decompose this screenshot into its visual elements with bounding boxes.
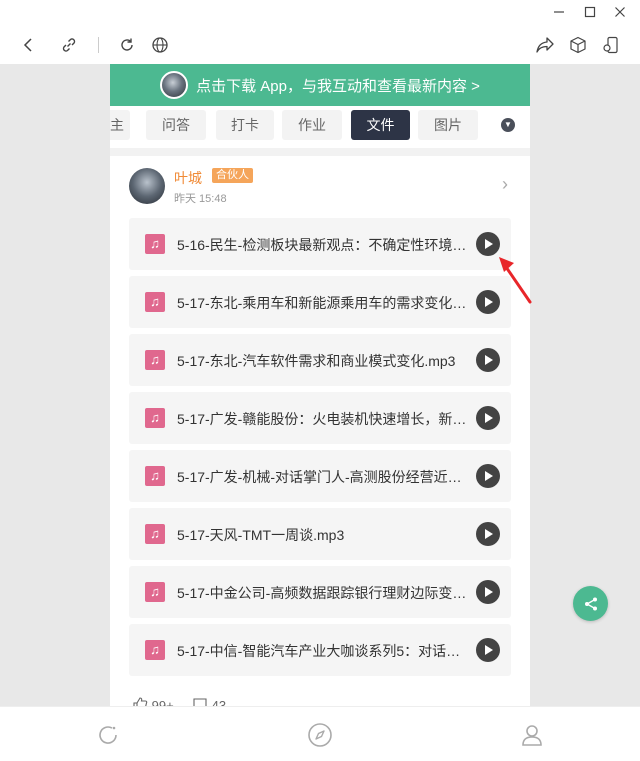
chevron-down-circle-icon[interactable]: ▼ (501, 118, 515, 132)
circle-refresh-icon[interactable] (94, 721, 122, 749)
share-icon (584, 597, 597, 610)
file-name: 5-17-中信-智能汽车产业大咖谈系列5：对话蔚来.mp3 (177, 643, 467, 659)
compass-icon[interactable] (306, 721, 334, 749)
arrow-left-icon[interactable] (18, 34, 40, 56)
file-name: 5-17-广发-机械-对话掌门人-高测股份经营近况.mp3 (177, 469, 467, 485)
file-name: 5-17-广发-赣能股份：火电装机快速增长，新能源.mp3 (177, 411, 467, 427)
music-file-icon: ♫ (145, 524, 165, 544)
user-icon[interactable] (518, 721, 546, 749)
post-author[interactable]: 叶城 合伙人 昨天 15:48 › (110, 156, 530, 216)
like-count: 99+ (151, 698, 174, 706)
toolbar-separator (98, 37, 99, 53)
file-item[interactable]: ♫ 5-17-广发-赣能股份：火电装机快速增长，新能源.mp3 (129, 392, 511, 444)
file-name: 5-17-中金公司-高频数据跟踪银行理财边际变化.mp3 (177, 585, 467, 601)
play-button[interactable] (476, 638, 500, 662)
tab-files[interactable]: 文件 (351, 110, 410, 140)
file-item[interactable]: ♫ 5-17-天风-TMT一周谈.mp3 (129, 508, 511, 560)
tab-main[interactable]: 主 (110, 110, 130, 140)
music-file-icon: ♫ (145, 408, 165, 428)
comment-icon (193, 698, 207, 706)
music-file-icon: ♫ (145, 350, 165, 370)
tab-checkin[interactable]: 打卡 (216, 110, 274, 140)
partner-badge: 合伙人 (212, 168, 253, 183)
device-icon[interactable] (600, 34, 622, 56)
file-item[interactable]: ♫ 5-17-中金公司-高频数据跟踪银行理财边际变化.mp3 (129, 566, 511, 618)
link-icon[interactable] (58, 34, 80, 56)
music-file-icon: ♫ (145, 292, 165, 312)
comment-button[interactable]: 43 (192, 696, 226, 706)
file-item[interactable]: ♫ 5-16-民生-检测板块最新观点：不确定性环境下的确定性增长 (129, 218, 511, 270)
comment-count: 43 (211, 698, 227, 706)
category-tabs: 主 问答 打卡 作业 文件 图片 ▼ (110, 106, 530, 148)
file-item[interactable]: ♫ 5-17-东北-乘用车和新能源乘用车的需求变化.mp3 (129, 276, 511, 328)
web-viewport: 点击下载 App，与我互动和查看最新内容 > 主 问答 打卡 作业 文件 图片 … (0, 64, 640, 706)
thumbs-up-icon (133, 697, 148, 706)
chevron-right-icon[interactable]: › (502, 174, 508, 195)
minimize-icon[interactable] (550, 4, 568, 22)
share-arrow-icon[interactable] (534, 34, 556, 56)
play-button[interactable] (476, 580, 500, 604)
like-button[interactable]: 99+ (132, 696, 174, 706)
annotation-arrow-icon (499, 257, 532, 304)
tab-qa[interactable]: 问答 (146, 110, 206, 140)
maximize-icon[interactable] (581, 4, 599, 22)
section-divider (110, 148, 530, 156)
music-file-icon: ♫ (145, 582, 165, 602)
tab-images[interactable]: 图片 (418, 110, 478, 140)
play-button[interactable] (476, 406, 500, 430)
file-name: 5-17-东北-乘用车和新能源乘用车的需求变化.mp3 (177, 295, 467, 311)
bottom-nav (0, 706, 640, 761)
file-item[interactable]: ♫ 5-17-东北-汽车软件需求和商业模式变化.mp3 (129, 334, 511, 386)
share-button[interactable] (573, 586, 608, 621)
author-name[interactable]: 叶城 (174, 168, 202, 188)
tab-homework[interactable]: 作业 (282, 110, 342, 140)
file-name: 5-17-天风-TMT一周谈.mp3 (177, 527, 345, 543)
avatar[interactable] (129, 168, 165, 204)
banner-text: 点击下载 App，与我互动和查看最新内容 > (196, 77, 480, 95)
cube-icon[interactable] (567, 34, 589, 56)
play-button[interactable] (476, 464, 500, 488)
banner-avatar (160, 71, 189, 99)
file-name: 5-17-东北-汽车软件需求和商业模式变化.mp3 (177, 353, 456, 369)
close-icon[interactable] (611, 4, 629, 22)
browser-toolbar (0, 26, 640, 64)
reload-icon[interactable] (116, 34, 138, 56)
music-file-icon: ♫ (145, 640, 165, 660)
download-app-banner[interactable]: 点击下载 App，与我互动和查看最新内容 > (110, 64, 530, 106)
music-file-icon: ♫ (145, 466, 165, 486)
mobile-page: 点击下载 App，与我互动和查看最新内容 > 主 问答 打卡 作业 文件 图片 … (110, 64, 530, 706)
globe-icon[interactable] (149, 34, 171, 56)
music-file-icon: ♫ (145, 234, 165, 254)
file-item[interactable]: ♫ 5-17-广发-机械-对话掌门人-高测股份经营近况.mp3 (129, 450, 511, 502)
file-item[interactable]: ♫ 5-17-中信-智能汽车产业大咖谈系列5：对话蔚来.mp3 (129, 624, 511, 676)
file-name: 5-16-民生-检测板块最新观点：不确定性环境下的确定性增长 (177, 237, 467, 253)
title-bar (0, 0, 640, 26)
post-time: 昨天 15:48 (174, 193, 227, 205)
play-button[interactable] (476, 522, 500, 546)
play-button[interactable] (476, 348, 500, 372)
